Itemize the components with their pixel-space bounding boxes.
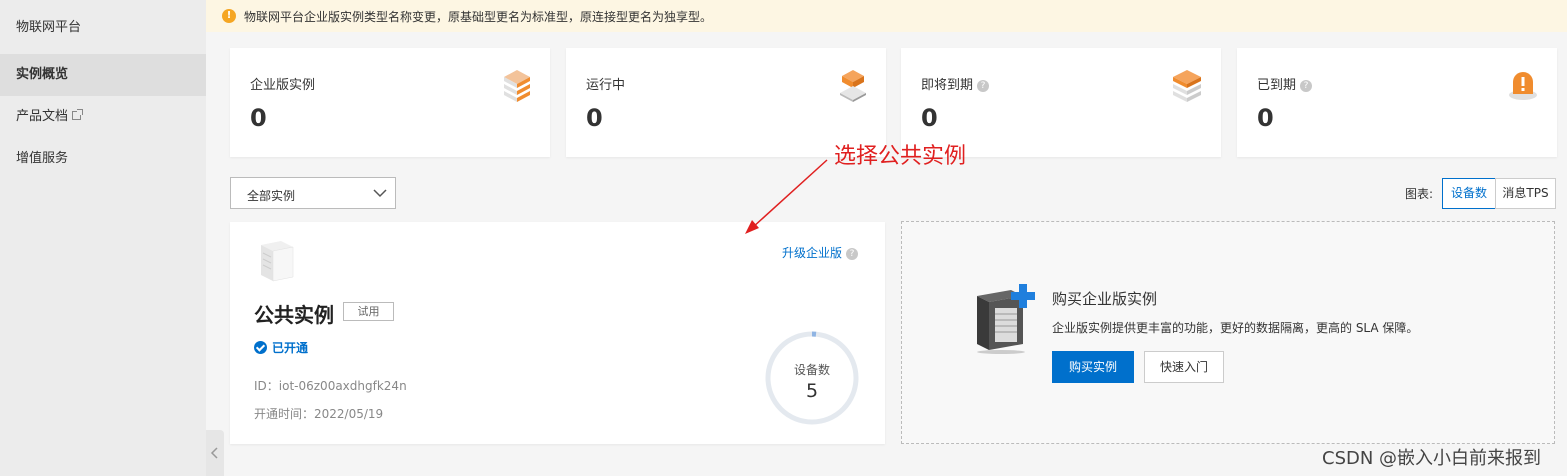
chart-option-message-tps[interactable]: 消息TPS xyxy=(1495,178,1556,209)
buy-description: 企业版实例提供更丰富的功能，更好的数据隔离，更高的 SLA 保障。 xyxy=(1052,321,1419,335)
instance-filter-select[interactable]: 全部实例 xyxy=(230,177,396,209)
expiring-stack-icon xyxy=(1173,70,1201,102)
help-icon[interactable]: ? xyxy=(1300,80,1313,92)
check-circle-icon xyxy=(254,341,267,354)
instance-title: 公共实例 xyxy=(254,303,334,327)
sidebar: 物联网平台 实例概览 产品文档 增值服务 xyxy=(0,0,206,476)
sidebar-item-instance-overview[interactable]: 实例概览 xyxy=(0,54,206,96)
server-icon xyxy=(261,241,294,282)
chevron-down-icon xyxy=(373,189,387,198)
instance-open-time: 开通时间：2022/05/19 xyxy=(254,407,384,421)
stat-label: 企业版实例 xyxy=(250,78,316,93)
alert-bell-icon xyxy=(1509,72,1537,100)
stat-value: 0 xyxy=(921,104,938,132)
device-count-value: 5 xyxy=(805,380,819,402)
stat-value: 0 xyxy=(250,104,267,132)
chart-option-device-count[interactable]: 设备数 xyxy=(1442,178,1496,209)
stat-value: 0 xyxy=(586,104,603,132)
sidebar-collapse-handle[interactable] xyxy=(206,430,224,476)
stat-value: 0 xyxy=(1257,104,1274,132)
notice-text: 物联网平台企业版实例类型名称变更，原基础型更名为标准型，原连接型更名为独享型。 xyxy=(244,10,713,24)
buy-title: 购买企业版实例 xyxy=(1052,290,1158,308)
instance-status: 已开通 xyxy=(254,339,308,356)
help-icon[interactable]: ? xyxy=(846,248,859,260)
watermark: CSDN @嵌入小白前来报到 xyxy=(1322,448,1542,469)
buy-instance-button[interactable]: 购买实例 xyxy=(1052,351,1134,383)
stat-label: 即将到期? xyxy=(921,74,990,93)
public-instance-card[interactable]: 公共实例 试用 已开通 ID：iot-06z00axdhgfk24n 开通时间：… xyxy=(230,222,885,444)
chevron-left-icon xyxy=(210,447,218,459)
buy-enterprise-card: 购买企业版实例 企业版实例提供更丰富的功能，更好的数据隔离，更高的 SLA 保障… xyxy=(901,221,1555,444)
device-count-label: 设备数 xyxy=(793,363,830,377)
external-link-icon xyxy=(72,109,84,120)
running-server-icon xyxy=(840,70,866,102)
stacked-servers-icon xyxy=(504,70,530,102)
sidebar-item-label: 产品文档 xyxy=(16,109,69,124)
stat-label: 运行中 xyxy=(586,78,626,93)
notice-bar: ! 物联网平台企业版实例类型名称变更，原基础型更名为标准型，原连接型更名为独享型… xyxy=(206,0,1567,32)
warning-icon: ! xyxy=(222,9,236,23)
trial-badge: 试用 xyxy=(343,302,394,321)
stat-label: 已到期? xyxy=(1257,74,1313,93)
sidebar-item-product-docs[interactable]: 产品文档 xyxy=(0,96,206,138)
upgrade-enterprise-link[interactable]: 升级企业版? xyxy=(782,244,859,261)
add-server-icon xyxy=(977,284,1035,354)
sidebar-item-label: 增值服务 xyxy=(16,151,69,166)
sidebar-item-value-added-services[interactable]: 增值服务 xyxy=(0,138,206,180)
instance-id: ID：iot-06z00axdhgfk24n xyxy=(254,379,407,393)
sidebar-title: 物联网平台 xyxy=(16,20,82,35)
help-icon[interactable]: ? xyxy=(977,80,990,92)
quickstart-button[interactable]: 快速入门 xyxy=(1144,351,1224,383)
stat-card-expired: 已到期? 0 xyxy=(1237,48,1557,157)
device-count-ring xyxy=(765,331,859,425)
annotation-text: 选择公共实例 xyxy=(834,144,967,169)
sidebar-item-label: 实例概览 xyxy=(16,67,69,82)
stat-card-enterprise-instances: 企业版实例 0 xyxy=(230,48,550,157)
select-value: 全部实例 xyxy=(247,189,296,203)
chart-type-label: 图表: xyxy=(1405,187,1434,201)
